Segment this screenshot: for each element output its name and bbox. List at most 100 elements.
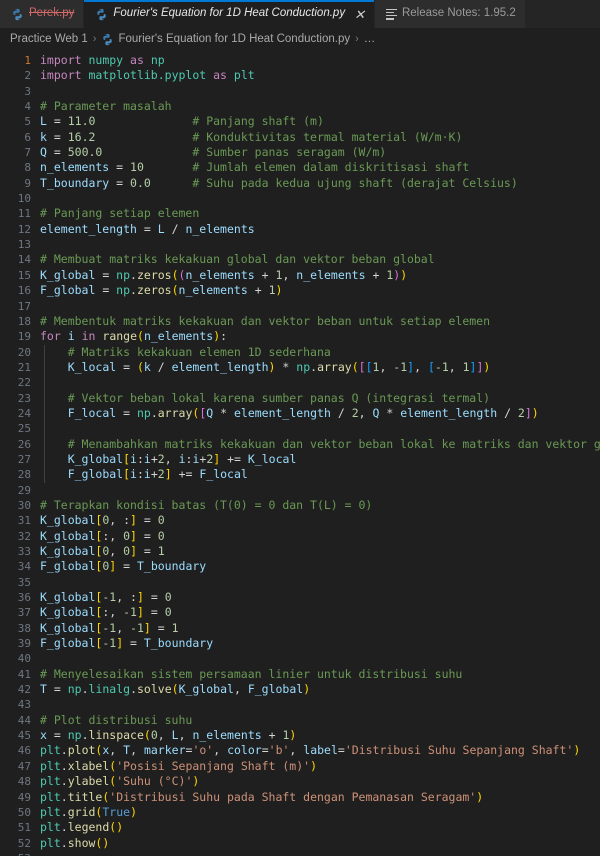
code-token: # Menyelesaikan sistem persamaan linier …: [40, 666, 463, 681]
code-line[interactable]: 50 plt.grid(True): [0, 805, 600, 820]
code-line[interactable]: 42 T = np.linalg.solve(K_global, F_global…: [0, 682, 600, 697]
code-line[interactable]: 38 K_global[-1, -1] = 1: [0, 621, 600, 636]
code-line[interactable]: 48 plt.ylabel('Suhu (°C)'): [0, 774, 600, 789]
code-token: 1: [157, 544, 165, 558]
code-editor[interactable]: 1 import numpy as np 2 import matplotlib.py…: [0, 50, 600, 856]
code-line[interactable]: 21 K_local = (k / element_length) * np.a…: [0, 359, 600, 376]
code-token: (: [171, 267, 179, 282]
code-line[interactable]: 15 K_global = np.zeros((n_elements + 1, n…: [0, 268, 600, 283]
code-line[interactable]: 5L = 11.0 # Panjang shaft (m): [0, 114, 600, 129]
code-line[interactable]: 12 element_length = L / n_elements: [0, 222, 600, 237]
code-line[interactable]: 31 K_global[0, :] = 0: [0, 513, 600, 528]
code-token: np: [116, 267, 131, 282]
code-line[interactable]: 13: [0, 237, 600, 252]
code-line[interactable]: 3: [0, 84, 600, 99]
code-line[interactable]: 53: [0, 851, 600, 856]
code-line[interactable]: 52 plt.show(): [0, 836, 600, 851]
line-number: 43: [17, 698, 31, 712]
chevron-right-icon: ›: [355, 33, 359, 45]
code-token: ): [289, 728, 297, 743]
code-line[interactable]: 45 x = np.linspace(0, L, n_elements + 1): [0, 728, 600, 743]
code-line[interactable]: 24 F_local = np.array([Q * element_lengt…: [0, 405, 600, 422]
code-line[interactable]: 51 plt.legend(): [0, 820, 600, 835]
code-token: np: [67, 682, 82, 697]
code-token: [: [123, 467, 131, 482]
code-line[interactable]: 41 # Menyelesaikan sistem persamaan linie…: [0, 667, 600, 682]
code-line[interactable]: 46 plt.plot(x, T, marker='o', color='b', …: [0, 743, 600, 758]
code-line[interactable]: 17: [0, 299, 600, 314]
code-line[interactable]: 34 F_global[0] = T_boundary: [0, 559, 600, 574]
breadcrumb-item-symbol-overflow[interactable]: …: [364, 33, 376, 45]
editor-tab-bar: Perek.py Fourier's Equation for 1D Heat …: [0, 0, 600, 28]
code-line[interactable]: 49 plt.title('Distribusi Suhu pada Shaft …: [0, 790, 600, 805]
breadcrumb-item-file[interactable]: Fourier's Equation for 1D Heat Conductio…: [118, 33, 350, 45]
code-line[interactable]: 6k = 16.2 # Konduktivitas termal materia…: [0, 130, 600, 145]
code-line[interactable]: 30 # Terapkan kondisi batas (T(0) = 0 dan…: [0, 498, 600, 513]
code-token: array: [317, 359, 352, 374]
tab-fouriers-equation-py[interactable]: Fourier's Equation for 1D Heat Conductio…: [84, 0, 375, 28]
line-number: 42: [17, 683, 31, 697]
code-token: # Terapkan kondisi batas (T(0) = 0 dan T…: [40, 497, 373, 512]
code-line[interactable]: 39 F_global[-1] = T_boundary: [0, 636, 600, 651]
code-line[interactable]: 1 import numpy as np: [0, 53, 600, 68]
line-number: 22: [17, 376, 31, 390]
code-line[interactable]: 33 K_global[0, 0] = 1: [0, 544, 600, 559]
line-number: 11: [17, 207, 31, 221]
code-line[interactable]: 8 n_elements = 10 # Jumlah elemen dalam d…: [0, 160, 600, 175]
code-token: n_elements: [185, 221, 255, 236]
release-notes-icon: [385, 8, 397, 20]
code-line[interactable]: 20 # Matriks kekakuan elemen 1D sederhan…: [0, 344, 600, 361]
line-number: 28: [17, 468, 31, 482]
code-token: 500.0: [67, 145, 103, 160]
code-line[interactable]: 43: [0, 697, 600, 712]
code-line[interactable]: 26 # Menambahkan matriks kekakuan dan ve…: [0, 436, 600, 453]
code-line[interactable]: 40: [0, 651, 600, 666]
code-line[interactable]: 4 # Parameter masalah: [0, 99, 600, 114]
code-line[interactable]: 2 import matplotlib.pyplot as plt: [0, 68, 600, 83]
code-line[interactable]: 16 F_global = np.zeros(n_elements + 1): [0, 283, 600, 298]
code-line[interactable]: 7Q = 500.0 # Sumber panas seragam (W/m): [0, 145, 600, 160]
code-line[interactable]: 47 plt.xlabel('Posisi Sepanjang Shaft (m)…: [0, 759, 600, 774]
code-line[interactable]: 35: [0, 575, 600, 590]
code-line[interactable]: 14 # Membuat matriks kekakuan global dan …: [0, 252, 600, 267]
code-line[interactable]: 11 # Panjang setiap elemen: [0, 206, 600, 221]
code-token: /: [330, 405, 352, 420]
code-token: *: [275, 359, 297, 374]
code-token: T: [40, 682, 47, 697]
code-line[interactable]: 25: [0, 421, 600, 437]
tab-perek-py[interactable]: Perek.py: [0, 0, 85, 28]
code-line[interactable]: 37 K_global[:, -1] = 0: [0, 605, 600, 620]
code-line[interactable]: 27 K_global[i:i+2, i:i+2] += K_local: [0, 451, 600, 468]
code-line[interactable]: 10: [0, 191, 600, 206]
code-line[interactable]: 29: [0, 483, 600, 498]
close-icon[interactable]: ✕: [354, 8, 365, 21]
code-line[interactable]: 23 # Vektor beban lokal karena sumber pa…: [0, 390, 600, 407]
code-token: linspace: [88, 728, 144, 743]
code-token: element_length: [400, 405, 498, 420]
code-token: # Sumber panas seragam (W/m): [192, 145, 387, 160]
code-line[interactable]: 44 # Plot distribusi suhu: [0, 713, 600, 728]
code-token: K_global: [40, 590, 96, 605]
code-line[interactable]: 28 F_global[i:i+2] += F_local: [0, 467, 600, 483]
code-token: K_global: [40, 544, 96, 558]
code-line[interactable]: 32 K_global[:, 0] = 0: [0, 529, 600, 544]
code-line[interactable]: 18 # Membentuk matriks kekakuan dan vekto…: [0, 314, 600, 329]
code-line[interactable]: 19 for i in range(n_elements):: [0, 329, 600, 344]
tab-release-notes[interactable]: Release Notes: 1.95.2: [374, 0, 526, 28]
line-number: 41: [17, 667, 31, 681]
line-number: 20: [17, 345, 31, 359]
code-token: xlabel: [67, 758, 110, 773]
code-token: ]: [136, 605, 144, 620]
code-line-content: Q = 500.0 # Sumber panas seragam (W/m): [40, 145, 600, 160]
line-number: 16: [17, 284, 31, 298]
code-line[interactable]: 22: [0, 375, 600, 391]
line-number: 18: [17, 314, 31, 328]
code-line[interactable]: 36 K_global[-1, :] = 0: [0, 590, 600, 605]
breadcrumb-item-folder[interactable]: Practice Web 1: [10, 33, 88, 45]
code-line[interactable]: 9 T_boundary = 0.0 # Suhu pada kedua ujun…: [0, 176, 600, 191]
code-token: .: [60, 758, 68, 773]
